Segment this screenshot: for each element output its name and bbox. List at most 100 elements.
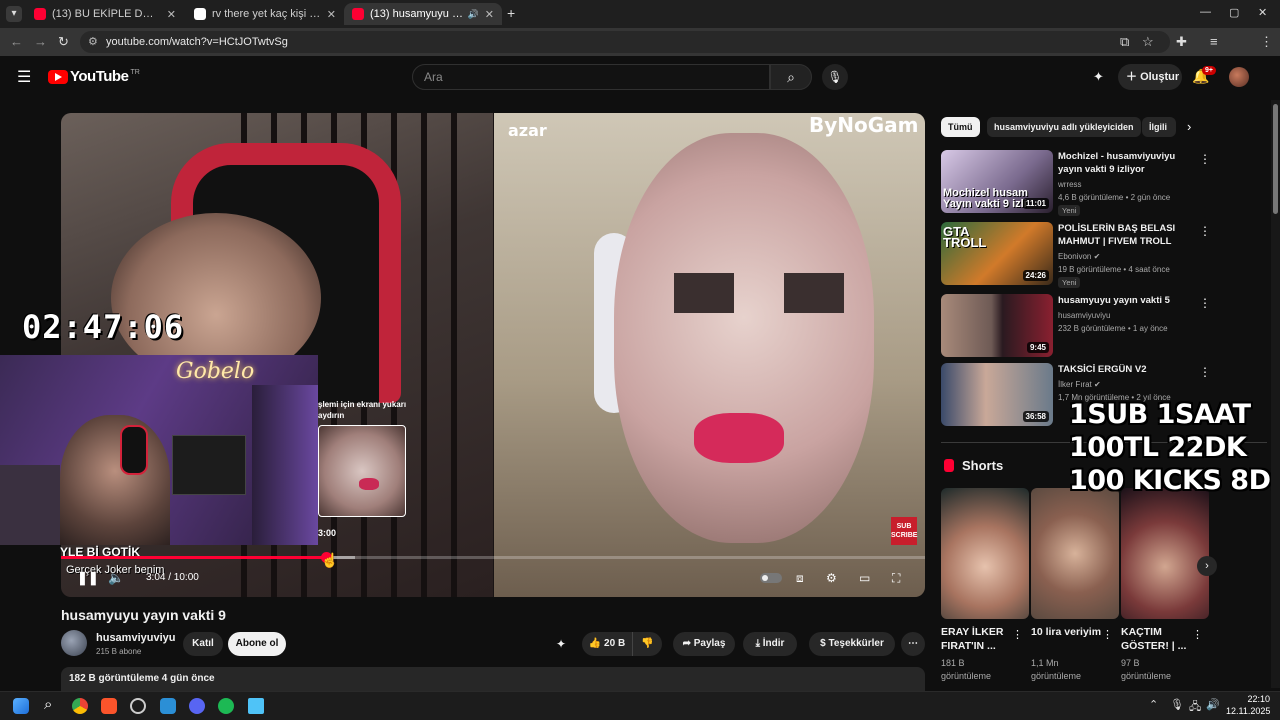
short-title[interactable]: ERAY İLKER FIRAT'IN ... xyxy=(941,625,1017,653)
new-tab-button[interactable]: + xyxy=(507,5,515,21)
subscribe-button[interactable]: Abone ol xyxy=(228,632,286,656)
pause-button[interactable]: ❚❚ xyxy=(77,570,99,586)
kebab-menu-icon[interactable]: ⋮ xyxy=(1199,224,1211,238)
subtitles-icon[interactable]: ⧈ xyxy=(796,571,804,586)
discord-icon[interactable] xyxy=(189,698,205,714)
shorts-title: Shorts xyxy=(962,458,1004,473)
system-clock[interactable]: 22:10 12.11.2025 xyxy=(1226,693,1270,717)
neon-sign: Gobelo xyxy=(176,359,255,384)
back-arrow-icon[interactable]: ← xyxy=(10,34,23,49)
like-button[interactable]: 👍 20 B xyxy=(582,632,632,656)
spotify-icon[interactable] xyxy=(218,698,234,714)
kebab-menu-icon[interactable]: ⋮ xyxy=(1199,152,1211,166)
media-controls-icon[interactable]: ≡ xyxy=(1210,34,1218,49)
thumbs-down-icon: 👎 xyxy=(641,638,654,649)
video-thumbnail[interactable]: GTA TROLL 24:26 xyxy=(941,222,1053,285)
autoplay-toggle[interactable] xyxy=(760,573,782,583)
recommendation-item[interactable]: 9:45 husamyuyu yayın vakti 5 husamviyuvi… xyxy=(941,294,1271,360)
app-icon[interactable] xyxy=(130,698,146,714)
remix-icon[interactable]: ✦ xyxy=(1093,69,1104,85)
chip-all[interactable]: Tümü xyxy=(941,117,980,137)
search-input[interactable]: Ara xyxy=(412,64,770,90)
description-box[interactable]: 182 B görüntüleme 4 gün önce xyxy=(61,667,925,691)
short-title[interactable]: 10 lira veriyim xyxy=(1031,625,1107,639)
url-field[interactable]: ⚙ youtube.com/watch?v=HCtJOTwtvSg xyxy=(80,31,1170,53)
microphone-tray-icon[interactable]: 🎙 xyxy=(1170,698,1184,711)
minimize-button[interactable]: — xyxy=(1200,6,1211,18)
close-tab-icon[interactable]: ✕ xyxy=(479,8,494,21)
scrollbar-thumb[interactable] xyxy=(1273,104,1278,214)
more-actions-button[interactable]: ⋯ xyxy=(901,632,925,656)
notepad-icon[interactable] xyxy=(248,698,264,714)
kebab-menu-icon[interactable]: ⋮ xyxy=(1192,628,1203,641)
site-info-icon[interactable]: ⚙ xyxy=(88,31,98,53)
dislike-button[interactable]: 👎 xyxy=(632,632,662,656)
chip-from-uploader[interactable]: husamviyuviyu adlı yükleyiciden xyxy=(987,117,1141,137)
bookmark-star-icon[interactable]: ☆ xyxy=(1142,34,1154,50)
short-thumbnail[interactable] xyxy=(941,488,1029,619)
volume-icon[interactable]: 🔈 xyxy=(108,570,124,586)
browser-menu-icon[interactable]: ⋮ xyxy=(1260,34,1273,50)
kebab-menu-icon[interactable]: ⋮ xyxy=(1199,365,1211,379)
kebab-menu-icon[interactable]: ⋮ xyxy=(1199,296,1211,310)
app-icon[interactable] xyxy=(160,698,176,714)
audio-playing-icon[interactable]: 🔊 xyxy=(468,9,479,20)
extensions-icon[interactable]: ✚ xyxy=(1176,34,1187,50)
channel-name[interactable]: husamviyuviyu xyxy=(96,632,175,644)
close-window-button[interactable]: ✕ xyxy=(1258,6,1267,19)
kebab-menu-icon[interactable]: ⋮ xyxy=(1012,628,1023,641)
kebab-menu-icon[interactable]: ⋮ xyxy=(1102,628,1113,641)
show-hidden-icons[interactable]: ⌃ xyxy=(1149,698,1158,711)
video-thumbnail[interactable]: Mochizel husam Yayın vakti 9 izli 11:01 xyxy=(941,150,1053,213)
voice-search-button[interactable]: 🎙 xyxy=(822,64,848,90)
mouse-cursor-icon: ☝ xyxy=(321,552,339,568)
browser-tab-1[interactable]: (13) BU EKİPLE DAĞA TIRMANMAK ✕ xyxy=(26,3,184,25)
taskbar-search-icon[interactable]: ⌕ xyxy=(44,696,52,713)
download-button[interactable]: ⤓ İndir xyxy=(743,632,797,656)
recommendation-item[interactable]: Mochizel husam Yayın vakti 9 izli 11:01 … xyxy=(941,150,1271,216)
windows-start-icon[interactable] xyxy=(13,698,29,714)
create-button[interactable]: ＋ Oluştur xyxy=(1118,64,1182,90)
thumbs-up-icon: 👍 xyxy=(588,638,605,649)
share-button[interactable]: ➦ Paylaş xyxy=(673,632,735,656)
duration-badge: 24:26 xyxy=(1022,270,1049,281)
account-avatar[interactable] xyxy=(1229,67,1249,87)
remix-icon[interactable]: ✦ xyxy=(556,637,566,651)
video-thumbnail[interactable]: 36:58 xyxy=(941,363,1053,426)
browser-tab-3-active[interactable]: (13) husamyuyu yayın vakti 9 🔊 ✕ xyxy=(344,3,502,25)
close-tab-icon[interactable]: ✕ xyxy=(321,8,336,21)
chip-related[interactable]: İlgili xyxy=(1142,117,1176,137)
thanks-button[interactable]: $ Teşekkürler xyxy=(809,632,895,656)
forward-arrow-icon[interactable]: → xyxy=(34,34,47,49)
shorts-next-button[interactable]: › xyxy=(1197,556,1217,576)
close-tab-icon[interactable]: ✕ xyxy=(161,8,176,21)
install-app-icon[interactable]: ⧉ xyxy=(1120,34,1129,50)
video-thumbnail[interactable]: 9:45 xyxy=(941,294,1053,357)
settings-gear-icon[interactable]: ⚙ xyxy=(826,571,837,585)
download-icon: ⤓ xyxy=(755,638,763,649)
donation-promo-overlay: 1SUB 1SAAT 100TL 22DK 100 KICKS 8DK xyxy=(1069,398,1280,497)
join-button[interactable]: Katıl xyxy=(183,632,223,656)
video-title: husamyuyu yayın vakti 9 xyxy=(61,607,226,623)
theater-mode-icon[interactable]: ▭ xyxy=(859,571,870,585)
speaker-icon[interactable]: 🔊 xyxy=(1206,698,1220,711)
restore-button[interactable]: ▢ xyxy=(1229,6,1239,19)
youtube-logo[interactable]: YouTube TR xyxy=(48,68,140,85)
tab-search-button[interactable]: ▾ xyxy=(6,6,22,22)
channel-avatar[interactable] xyxy=(61,630,87,656)
chevron-right-icon[interactable]: › xyxy=(1187,119,1191,134)
hamburger-menu-icon[interactable]: ☰ xyxy=(17,67,31,87)
network-icon[interactable]: 🖧 xyxy=(1189,698,1201,717)
search-button[interactable]: ⌕ xyxy=(770,64,812,90)
brave-icon[interactable] xyxy=(101,698,117,714)
short-thumbnail[interactable] xyxy=(1121,488,1209,619)
browser-tab-2[interactable]: rv there yet kaç kişi - Google'da Ara ✕ xyxy=(186,3,344,25)
address-bar-row: ← → ↻ ⚙ youtube.com/watch?v=HCtJOTwtvSg … xyxy=(0,28,1280,76)
short-title[interactable]: KAÇTIM GÖSTER! | ... xyxy=(1121,625,1197,653)
reload-icon[interactable]: ↻ xyxy=(58,34,69,50)
chrome-icon[interactable] xyxy=(72,698,88,714)
short-thumbnail[interactable] xyxy=(1031,488,1119,619)
right-camera-feed xyxy=(494,113,925,597)
recommendation-item[interactable]: GTA TROLL 24:26 POLİSLERİN BAŞ BELASI MA… xyxy=(941,222,1271,288)
fullscreen-icon[interactable]: ⛶ xyxy=(892,571,900,586)
